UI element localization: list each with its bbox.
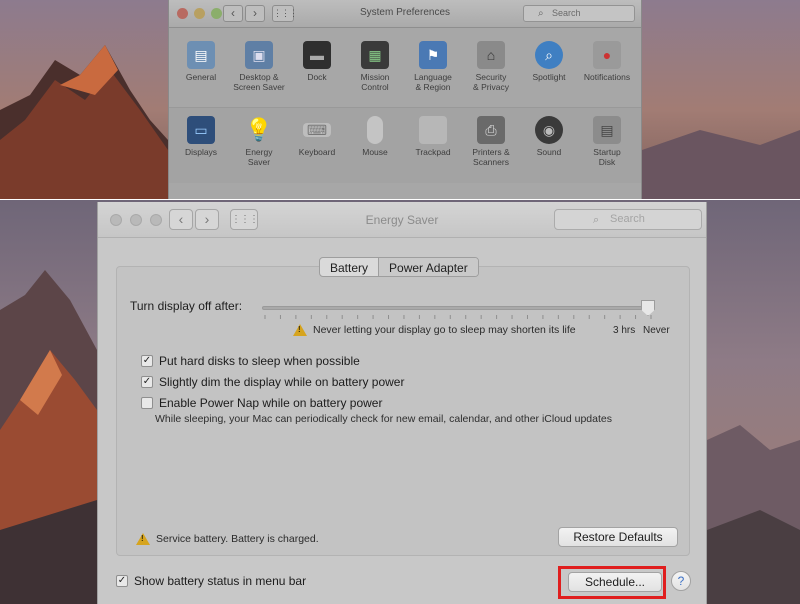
power-nap-description: While sleeping, your Mac can periodicall… bbox=[155, 413, 612, 425]
pref-label: Notifications bbox=[583, 72, 631, 82]
option-show-battery-status[interactable]: ✓ Show battery status in menu bar bbox=[116, 574, 306, 588]
pref-startup-disk[interactable]: ▤ Startup Disk bbox=[578, 108, 636, 167]
sleep-warning-text: Never letting your display go to sleep m… bbox=[313, 324, 576, 336]
spotlight-icon: ⌕ bbox=[535, 41, 563, 69]
option-hard-disk-sleep[interactable]: ✓ Put hard disks to sleep when possible bbox=[141, 354, 360, 368]
show-battery-status-label: Show battery status in menu bar bbox=[134, 574, 307, 588]
restore-defaults-button[interactable]: Restore Defaults bbox=[558, 527, 678, 547]
tab-battery[interactable]: Battery bbox=[320, 258, 378, 276]
pref-keyboard[interactable]: ⌨ Keyboard bbox=[288, 108, 346, 158]
printer-icon: ⎙ bbox=[477, 116, 505, 144]
schedule-button[interactable]: Schedule... bbox=[568, 572, 662, 592]
option-dim-display[interactable]: ✓ Slightly dim the display while on batt… bbox=[141, 375, 404, 389]
pref-label: Sound bbox=[536, 147, 562, 157]
pref-sound[interactable]: ◉ Sound bbox=[520, 108, 578, 157]
system-preferences-window: ‹ › ⋮⋮⋮ System Preferences ⌕ Search ▤ Ge… bbox=[168, 0, 642, 200]
pref-trackpad[interactable]: Trackpad bbox=[404, 108, 462, 157]
pref-energy-saver[interactable]: 💡 Energy Saver bbox=[230, 108, 288, 167]
search-icon: ⌕ bbox=[593, 214, 600, 226]
pref-dock[interactable]: ▬ Dock bbox=[288, 33, 346, 82]
pref-row-1: ▤ General ▣ Desktop & Screen Saver ▬ Doc… bbox=[169, 33, 641, 109]
pref-label: Energy Saver bbox=[245, 147, 273, 167]
tick-label-never: Never bbox=[643, 325, 670, 336]
slider-tick-marks bbox=[264, 315, 652, 319]
dim-display-checkbox[interactable]: ✓ bbox=[141, 376, 153, 388]
pref-row-2: ▭ Displays 💡 Energy Saver ⌨ Keyboard Mou… bbox=[169, 107, 641, 183]
power-nap-checkbox[interactable] bbox=[141, 397, 153, 409]
trackpad-icon bbox=[419, 116, 447, 144]
language-icon: ⚑ bbox=[419, 41, 447, 69]
energy-saver-window: ‹ › ⋮⋮⋮ Energy Saver ⌕ Search Battery Po… bbox=[97, 202, 707, 604]
mission-control-icon: ▦ bbox=[361, 41, 389, 69]
pref-label: Displays bbox=[184, 147, 218, 157]
sleep-warning: Never letting your display go to sleep m… bbox=[293, 324, 576, 336]
pref-desktop-screen-saver[interactable]: ▣ Desktop & Screen Saver bbox=[230, 33, 288, 92]
power-nap-label: Enable Power Nap while on battery power bbox=[159, 396, 383, 410]
pref-label: Mission Control bbox=[360, 72, 390, 92]
search-icon: ⌕ bbox=[538, 8, 544, 19]
tick-label-3hrs: 3 hrs bbox=[613, 325, 636, 336]
pref-label: Mouse bbox=[362, 147, 388, 157]
pref-label: General bbox=[185, 72, 217, 82]
power-source-tabs: Battery Power Adapter bbox=[319, 257, 479, 277]
sound-icon: ◉ bbox=[535, 116, 563, 144]
help-button[interactable]: ? bbox=[671, 571, 691, 591]
desktop-icon: ▣ bbox=[245, 41, 273, 69]
warning-icon bbox=[136, 533, 150, 545]
es-titlebar: ‹ › ⋮⋮⋮ Energy Saver ⌕ Search bbox=[98, 202, 706, 238]
pref-label: Printers & Scanners bbox=[472, 147, 510, 167]
security-icon: ⌂ bbox=[477, 41, 505, 69]
display-sleep-label: Turn display off after: bbox=[130, 299, 243, 313]
startup-disk-icon: ▤ bbox=[593, 116, 621, 144]
pref-mouse[interactable]: Mouse bbox=[346, 108, 404, 157]
general-icon: ▤ bbox=[187, 41, 215, 69]
pref-label: Spotlight bbox=[532, 72, 566, 82]
notifications-icon: ● bbox=[593, 41, 621, 69]
pref-label: Trackpad bbox=[415, 147, 451, 157]
pref-language-region[interactable]: ⚑ Language & Region bbox=[404, 33, 462, 92]
dock-icon: ▬ bbox=[303, 41, 331, 69]
sp-search-placeholder: Search bbox=[552, 8, 581, 18]
pref-mission-control[interactable]: ▦ Mission Control bbox=[346, 33, 404, 92]
displays-icon: ▭ bbox=[187, 116, 215, 144]
pref-general[interactable]: ▤ General bbox=[172, 33, 230, 82]
hard-disk-sleep-label: Put hard disks to sleep when possible bbox=[159, 354, 360, 368]
pref-notifications[interactable]: ● Notifications bbox=[578, 33, 636, 82]
show-battery-status-checkbox[interactable]: ✓ bbox=[116, 575, 128, 587]
es-search-placeholder: Search bbox=[610, 213, 645, 225]
pref-label: Desktop & Screen Saver bbox=[233, 72, 285, 92]
energy-saver-icon: 💡 bbox=[245, 117, 273, 142]
pref-security-privacy[interactable]: ⌂ Security & Privacy bbox=[462, 33, 520, 92]
pref-label: Keyboard bbox=[298, 147, 336, 157]
pref-spotlight[interactable]: ⌕ Spotlight bbox=[520, 33, 578, 82]
battery-service-text: Service battery. Battery is charged. bbox=[156, 533, 319, 545]
battery-service-status: Service battery. Battery is charged. bbox=[136, 533, 319, 545]
sp-titlebar: ‹ › ⋮⋮⋮ System Preferences ⌕ Search bbox=[169, 0, 641, 28]
pref-printers-scanners[interactable]: ⎙ Printers & Scanners bbox=[462, 108, 520, 167]
mouse-icon bbox=[367, 116, 383, 144]
keyboard-icon: ⌨ bbox=[303, 122, 331, 138]
hard-disk-sleep-checkbox[interactable]: ✓ bbox=[141, 355, 153, 367]
display-sleep-slider-track[interactable] bbox=[262, 306, 652, 310]
tab-power-adapter[interactable]: Power Adapter bbox=[378, 258, 478, 276]
pref-label: Language & Region bbox=[414, 72, 452, 92]
pref-label: Security & Privacy bbox=[473, 72, 509, 92]
pref-displays[interactable]: ▭ Displays bbox=[172, 108, 230, 157]
sp-search-field[interactable]: ⌕ Search bbox=[523, 5, 635, 22]
dim-display-label: Slightly dim the display while on batter… bbox=[159, 375, 405, 389]
es-search-field[interactable]: ⌕ Search bbox=[554, 209, 702, 230]
pref-label: Startup Disk bbox=[593, 147, 621, 167]
pref-label: Dock bbox=[307, 72, 327, 82]
option-power-nap[interactable]: Enable Power Nap while on battery power bbox=[141, 396, 382, 410]
warning-icon bbox=[293, 324, 307, 336]
